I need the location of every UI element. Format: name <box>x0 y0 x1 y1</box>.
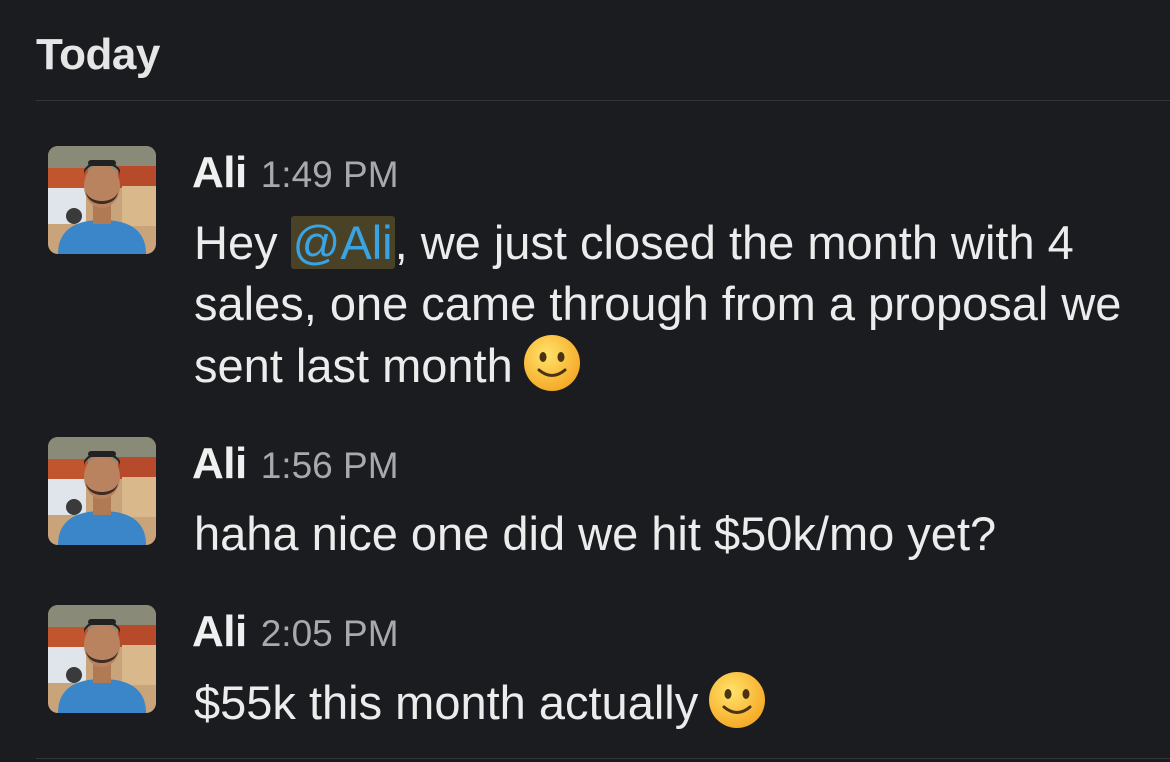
message-header: Ali 1:49 PM <box>192 148 399 198</box>
bottom-divider-line <box>36 758 1170 759</box>
message-timestamp[interactable]: 1:49 PM <box>261 154 399 195</box>
avatar-image <box>48 605 156 713</box>
day-divider-line <box>36 100 1170 101</box>
slightly-smiling-face-icon[interactable] <box>708 671 766 743</box>
message-timestamp[interactable]: 2:05 PM <box>261 613 399 654</box>
user-mention[interactable]: @Ali <box>290 216 395 269</box>
message-timestamp[interactable]: 1:56 PM <box>261 445 399 486</box>
message-text: Hey @Ali, we just closed the month with … <box>194 212 1124 406</box>
message-text-part: Hey <box>194 216 291 269</box>
day-divider-label: Today <box>36 30 160 79</box>
message-item[interactable]: Ali 1:49 PM Hey @Ali, we just closed the … <box>48 146 1130 406</box>
author-name[interactable]: Ali <box>192 607 247 656</box>
avatar[interactable] <box>48 146 156 254</box>
author-name[interactable]: Ali <box>192 148 247 197</box>
message-text: $55k this month actually <box>194 671 1124 743</box>
avatar-image <box>48 146 156 254</box>
message-header: Ali 1:56 PM <box>192 439 399 489</box>
message-item[interactable]: Ali 2:05 PM $55k this month actually <box>48 605 1130 735</box>
avatar[interactable] <box>48 437 156 545</box>
slightly-smiling-face-icon[interactable] <box>523 334 581 406</box>
author-name[interactable]: Ali <box>192 439 247 488</box>
message-text: haha nice one did we hit $50k/mo yet? <box>194 507 997 560</box>
message-item[interactable]: Ali 1:56 PM haha nice one did we hit $50k… <box>48 437 1130 567</box>
avatar-image <box>48 437 156 545</box>
message-header: Ali 2:05 PM <box>192 607 399 657</box>
message-text-part: $55k this month actually <box>194 676 699 729</box>
avatar[interactable] <box>48 605 156 713</box>
